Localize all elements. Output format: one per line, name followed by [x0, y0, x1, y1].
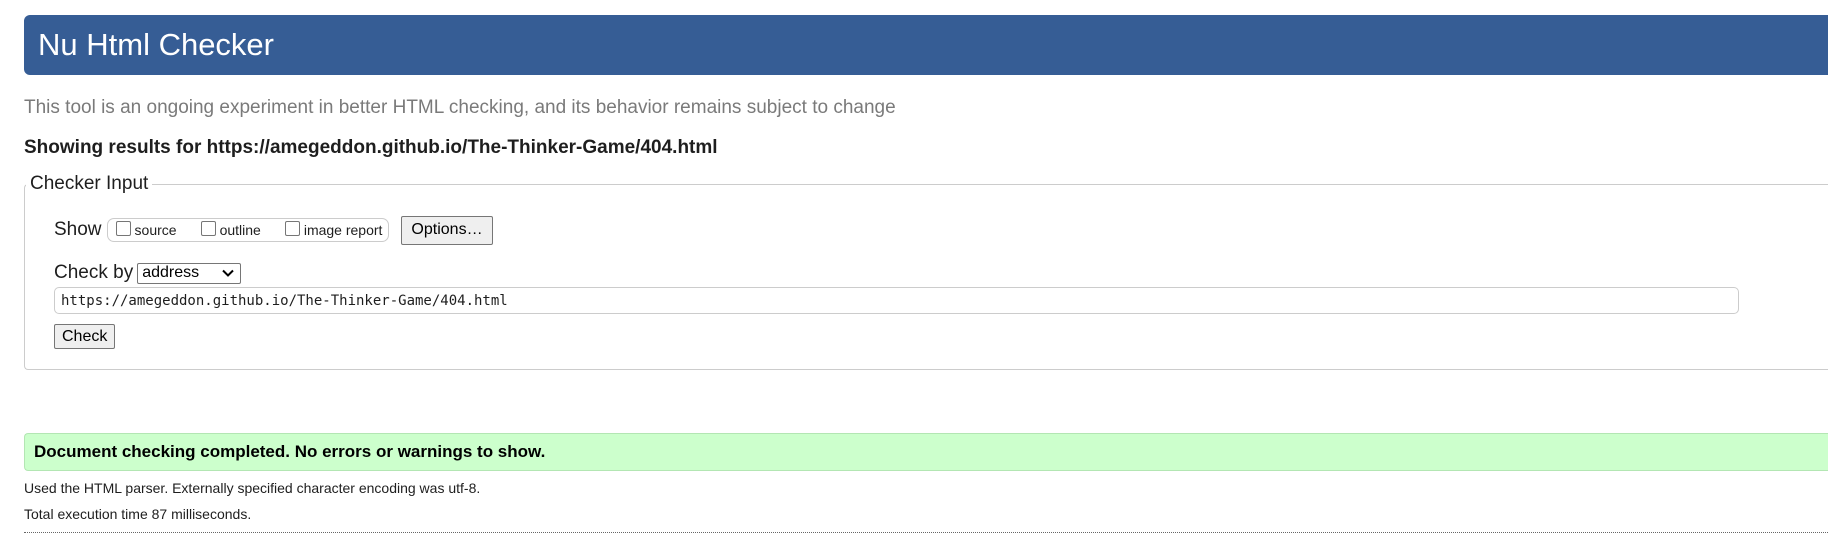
header-banner: Nu Html Checker — [24, 15, 1828, 75]
chevron-down-icon — [222, 269, 234, 277]
outline-checkbox[interactable] — [200, 220, 216, 236]
check-by-label: Check by — [54, 262, 134, 283]
url-input[interactable]: https://amegeddon.github.io/The-Thinker-… — [54, 287, 1739, 314]
page: Nu Html Checker This tool is an ongoing … — [0, 0, 1828, 558]
show-options-row: Show source outline image report Options… — [54, 215, 493, 245]
check-button[interactable]: Check — [54, 324, 116, 349]
check-by-select[interactable]: address — [137, 262, 242, 284]
source-checkbox-label[interactable]: source — [135, 222, 177, 238]
parser-info: Used the HTML parser. Externally specifi… — [24, 480, 481, 496]
outline-checkbox-label[interactable]: outline — [220, 222, 261, 238]
source-checkbox[interactable] — [115, 220, 131, 236]
divider — [24, 532, 1828, 533]
show-options-group: source outline image report — [106, 218, 390, 242]
success-message: Document checking completed. No errors o… — [24, 433, 1828, 471]
image-report-checkbox-label[interactable]: image report — [304, 222, 383, 238]
results-heading: Showing results for https://amegeddon.gi… — [24, 137, 718, 158]
check-by-selected-value: address — [142, 264, 200, 281]
page-title: Nu Html Checker — [38, 27, 274, 62]
show-label: Show — [54, 219, 102, 240]
checker-input-fieldset — [24, 184, 1828, 370]
execution-time: Total execution time 87 milliseconds. — [24, 506, 252, 522]
check-by-row: Check by address — [54, 261, 242, 285]
options-button[interactable]: Options… — [401, 215, 493, 245]
checker-input-legend: Checker Input — [26, 173, 153, 195]
image-report-checkbox[interactable] — [284, 220, 300, 236]
tool-description: This tool is an ongoing experiment in be… — [24, 97, 896, 118]
